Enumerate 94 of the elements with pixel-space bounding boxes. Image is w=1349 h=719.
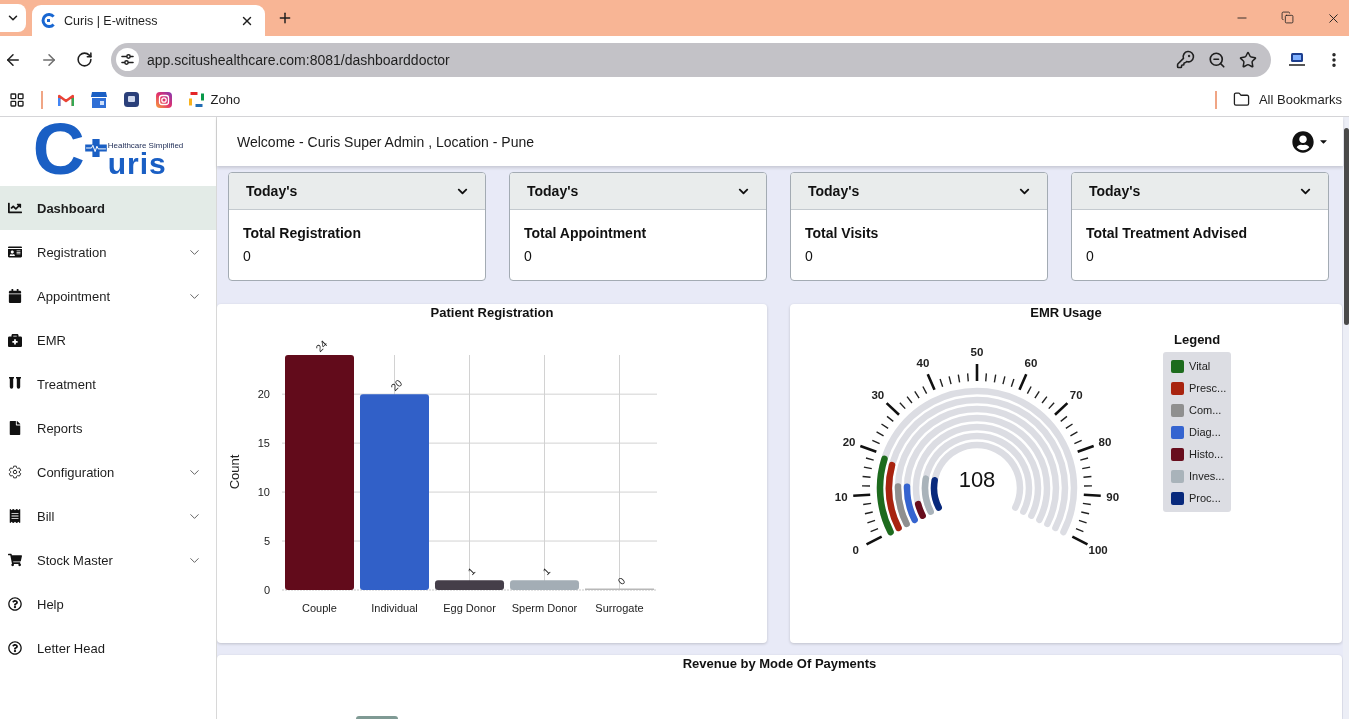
period-dropdown[interactable]: Today's bbox=[510, 173, 766, 210]
axis-title: Count bbox=[226, 454, 242, 490]
restore-icon[interactable] bbox=[1281, 10, 1294, 24]
folder-icon bbox=[1232, 91, 1250, 108]
gauge-scale-label: 0 bbox=[852, 543, 860, 556]
stat-value: 0 bbox=[524, 248, 533, 265]
legend-label: Inves... bbox=[1189, 470, 1225, 482]
reload-icon[interactable] bbox=[76, 51, 93, 68]
gauge-scale-label: 100 bbox=[1088, 543, 1108, 556]
category-label: Surrogate bbox=[595, 602, 644, 614]
receipt-icon bbox=[8, 509, 22, 523]
calendar-icon bbox=[8, 289, 22, 303]
stat-label: Total Appointment bbox=[524, 225, 648, 242]
star-icon[interactable] bbox=[1239, 50, 1257, 69]
chart-title: EMR Usage bbox=[1030, 304, 1102, 322]
legend-title: Legend bbox=[1174, 332, 1221, 348]
address-bar[interactable]: app.scitushealthcare.com:8081/dashboarddoctor bbox=[111, 42, 1271, 77]
welcome-text: Welcome - Curis Super Admin , Location - Pune bbox=[237, 133, 534, 150]
sidebar-item[interactable]: Letter Head bbox=[0, 626, 216, 670]
medical-cross-icon bbox=[84, 138, 107, 157]
period-dropdown[interactable]: Today's bbox=[791, 173, 1047, 210]
key-icon[interactable] bbox=[1176, 50, 1195, 69]
data-label: 24 bbox=[313, 338, 330, 354]
plus-icon[interactable] bbox=[277, 10, 293, 26]
data-label: 20 bbox=[388, 377, 405, 393]
sidebar-item[interactable]: Stock Master bbox=[0, 538, 216, 582]
apps-grid-icon[interactable] bbox=[9, 91, 25, 108]
stat-label: Total Treatment Advised bbox=[1086, 225, 1249, 242]
sidebar-item[interactable]: Appointment bbox=[0, 274, 216, 318]
sidebar-item[interactable]: Registration bbox=[0, 230, 216, 274]
all-bookmarks-button[interactable]: All Bookmarks bbox=[1232, 91, 1342, 108]
axis-tick-label: 20 bbox=[257, 388, 270, 401]
zoom-out-icon[interactable] bbox=[1208, 50, 1226, 69]
sidebar-item[interactable]: Reports bbox=[0, 406, 216, 450]
gauge-scale-label: 50 bbox=[970, 346, 984, 358]
axis-tick-label: 0 bbox=[263, 584, 270, 596]
stat-value: 0 bbox=[1086, 248, 1095, 265]
stat-label: Total Registration bbox=[243, 225, 362, 242]
bookmark-link[interactable]: Zoho bbox=[188, 92, 241, 107]
sidebar-item[interactable]: Dashboard bbox=[0, 186, 216, 230]
legend-label: Proc... bbox=[1189, 492, 1221, 504]
scrollbar-thumb[interactable] bbox=[1344, 128, 1349, 325]
help-icon bbox=[8, 597, 22, 611]
m-logo-icon[interactable] bbox=[57, 93, 74, 106]
cart-icon bbox=[8, 553, 22, 567]
pie-chart-edge bbox=[356, 716, 398, 719]
category-label: Individual bbox=[371, 602, 418, 614]
legend-label: Vital bbox=[1189, 360, 1211, 372]
category-label: Sperm Donor bbox=[511, 602, 578, 614]
legend-label: Presc... bbox=[1189, 382, 1227, 394]
period-dropdown[interactable]: Today's bbox=[1072, 173, 1328, 210]
chart-title: Patient Registration bbox=[430, 304, 554, 322]
chart-title: Revenue by Mode Of Payments bbox=[682, 655, 877, 673]
legend-label: Diag... bbox=[1189, 426, 1221, 438]
gear-icon bbox=[8, 465, 22, 479]
data-label: 1 bbox=[465, 565, 478, 578]
help-icon bbox=[8, 641, 22, 655]
legend-label: Com... bbox=[1189, 404, 1222, 416]
medical-kit-icon bbox=[8, 333, 22, 347]
file-icon bbox=[8, 421, 22, 435]
storefront-icon[interactable] bbox=[90, 91, 107, 108]
sidebar-item[interactable]: Bill bbox=[0, 494, 216, 538]
test-tubes-icon bbox=[8, 377, 22, 391]
sidebar-item[interactable]: Treatment bbox=[0, 362, 216, 406]
axis-tick-label: 5 bbox=[263, 535, 270, 548]
axis-tick-label: 15 bbox=[257, 437, 270, 450]
category-label: Couple bbox=[302, 602, 337, 614]
sidebar-item[interactable]: EMR bbox=[0, 318, 216, 362]
camera-icon[interactable] bbox=[155, 91, 172, 108]
period-dropdown[interactable]: Today's bbox=[229, 173, 485, 210]
gauge-scale-label: 10 bbox=[834, 490, 848, 503]
legend-label: Histo... bbox=[1189, 448, 1224, 460]
monitor-icon[interactable] bbox=[1289, 52, 1305, 67]
data-label: 0 bbox=[615, 575, 628, 587]
id-card-icon bbox=[8, 245, 22, 259]
sidebar-item[interactable]: Help bbox=[0, 582, 216, 626]
sidebar-item[interactable]: Configuration bbox=[0, 450, 216, 494]
squares-icon bbox=[188, 92, 204, 107]
app-tile-icon[interactable] bbox=[123, 92, 139, 107]
gauge-scale-label: 90 bbox=[1106, 490, 1120, 503]
axis-tick-label: 10 bbox=[257, 486, 270, 499]
stat-label: Total Visits bbox=[805, 225, 880, 242]
logo-letter: C bbox=[32, 120, 85, 179]
favicon-icon bbox=[41, 13, 56, 28]
logo-tagline: Healthcare Simplified bbox=[107, 142, 184, 151]
tune-icon[interactable] bbox=[116, 48, 139, 71]
stat-value: 0 bbox=[243, 248, 252, 265]
stat-value: 0 bbox=[805, 248, 814, 265]
account-menu-button[interactable] bbox=[1292, 130, 1329, 153]
browser-tab[interactable]: Curis | E-witness bbox=[32, 5, 265, 36]
category-label: Egg Donor bbox=[443, 602, 496, 614]
logo-wordmark: uris bbox=[107, 150, 167, 178]
data-label: 1 bbox=[540, 565, 553, 578]
chart-line-icon bbox=[8, 201, 22, 215]
